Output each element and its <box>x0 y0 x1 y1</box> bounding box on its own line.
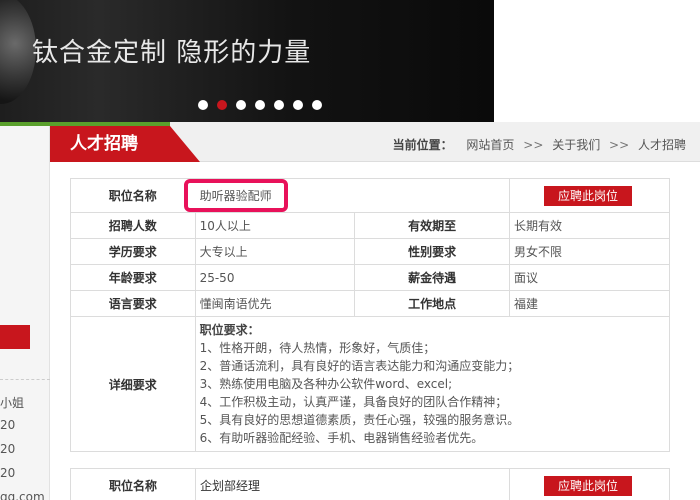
carousel-dot[interactable] <box>217 100 227 110</box>
field-label: 有效期至 <box>354 212 511 239</box>
field-value: 25-50 <box>194 264 356 291</box>
breadcrumb-careers-link[interactable]: 人才招聘 <box>638 138 686 152</box>
job-title-highlight: 助听器验配师 <box>183 179 288 212</box>
carousel-dot[interactable] <box>198 100 208 110</box>
apply-cell: 应聘此岗位 <box>509 468 670 500</box>
detail-label: 详细要求 <box>70 316 196 452</box>
field-label: 性别要求 <box>354 238 511 265</box>
breadcrumb-separator: >> <box>609 138 630 152</box>
hero-banner: 钛合金定制 隐形的力量 <box>0 0 494 122</box>
field-label: 年龄要求 <box>70 264 196 291</box>
detail-line: 1、性格开朗，待人热情，形象好，气质佳； <box>199 341 436 355</box>
carousel-indicators <box>198 100 322 110</box>
section-header: 人才招聘 当前位置： 网站首页 >> 关于我们 >> 人才招聘 <box>50 122 700 162</box>
carousel-dot[interactable] <box>274 100 284 110</box>
carousel-dot[interactable] <box>312 100 322 110</box>
detail-line: 2、普通话流利，具有良好的语言表达能力和沟通应变能力； <box>199 359 520 373</box>
detail-title: 职位要求： <box>199 323 260 337</box>
apply-button[interactable]: 应聘此岗位 <box>544 185 633 206</box>
detail-content: 职位要求： 1、性格开朗，待人热情，形象好，气质佳； 2、普通话流利，具有良好的… <box>194 316 671 452</box>
field-label: 薪金待遇 <box>354 264 511 291</box>
field-value: 福建 <box>509 290 670 317</box>
job-title-cell: 助听器验配师 <box>183 178 511 213</box>
field-value: 大专以上 <box>194 238 356 265</box>
sidebar-divider <box>0 379 50 380</box>
sidebar-contact-line: 20 <box>0 466 16 480</box>
banner-product-image <box>0 0 36 104</box>
banner-slogan: 钛合金定制 隐形的力量 <box>32 38 312 68</box>
carousel-dot[interactable] <box>255 100 265 110</box>
field-value: 懂闽南语优先 <box>194 290 356 317</box>
field-value: 10人以上 <box>194 212 356 239</box>
detail-line: 5、具有良好的思想道德素质，责任心强，较强的服务意识。 <box>199 413 520 427</box>
sidebar-contact-line: 小姐 <box>0 396 25 410</box>
job-table: 职位名称 助听器验配师 应聘此岗位 招聘人数 10人以上 有效期至 长期有效 学… <box>70 178 671 452</box>
detail-line: 4、工作积极主动，认真严谨，具备良好的团队合作精神； <box>199 395 508 409</box>
breadcrumb-home-link[interactable]: 网站首页 <box>466 138 514 152</box>
field-label: 招聘人数 <box>70 212 196 239</box>
field-label: 语言要求 <box>70 290 196 317</box>
job-title: 助听器验配师 <box>199 189 272 203</box>
job-title: 企划部经理 <box>195 468 510 500</box>
job-title-label: 职位名称 <box>70 178 196 213</box>
sidebar-contact-line: 20 <box>0 442 16 456</box>
left-sidebar: 小姐 20 20 20 qq.com <box>0 122 50 500</box>
field-label: 学历要求 <box>70 238 196 265</box>
section-title: 人才招聘 <box>50 126 200 162</box>
field-label: 工作地点 <box>354 290 511 317</box>
header-accent-bar <box>50 122 170 126</box>
field-value: 男女不限 <box>509 238 670 265</box>
sidebar-contact-line: qq.com <box>0 490 45 500</box>
field-value: 长期有效 <box>509 212 670 239</box>
job-title-label: 职位名称 <box>70 468 196 500</box>
breadcrumb: 当前位置： 网站首页 >> 关于我们 >> 人才招聘 <box>393 136 686 153</box>
breadcrumb-separator: >> <box>523 138 544 152</box>
breadcrumb-label: 当前位置： <box>392 138 453 152</box>
detail-line: 3、熟练使用电脑及各种办公软件word、excel; <box>199 377 453 391</box>
sidebar-active-item[interactable] <box>0 325 30 349</box>
sidebar-contact-line: 20 <box>0 418 16 432</box>
carousel-dot[interactable] <box>236 100 246 110</box>
detail-line: 6、有助听器验配经验、手机、电器销售经验者优先。 <box>199 431 484 445</box>
carousel-dot[interactable] <box>293 100 303 110</box>
sidebar-accent-bar <box>0 122 50 126</box>
job-table: 职位名称 企划部经理 应聘此岗位 <box>70 468 670 500</box>
apply-button[interactable]: 应聘此岗位 <box>544 475 632 496</box>
breadcrumb-about-link[interactable]: 关于我们 <box>552 138 600 152</box>
field-value: 面议 <box>509 264 670 291</box>
apply-cell: 应聘此岗位 <box>509 178 670 213</box>
